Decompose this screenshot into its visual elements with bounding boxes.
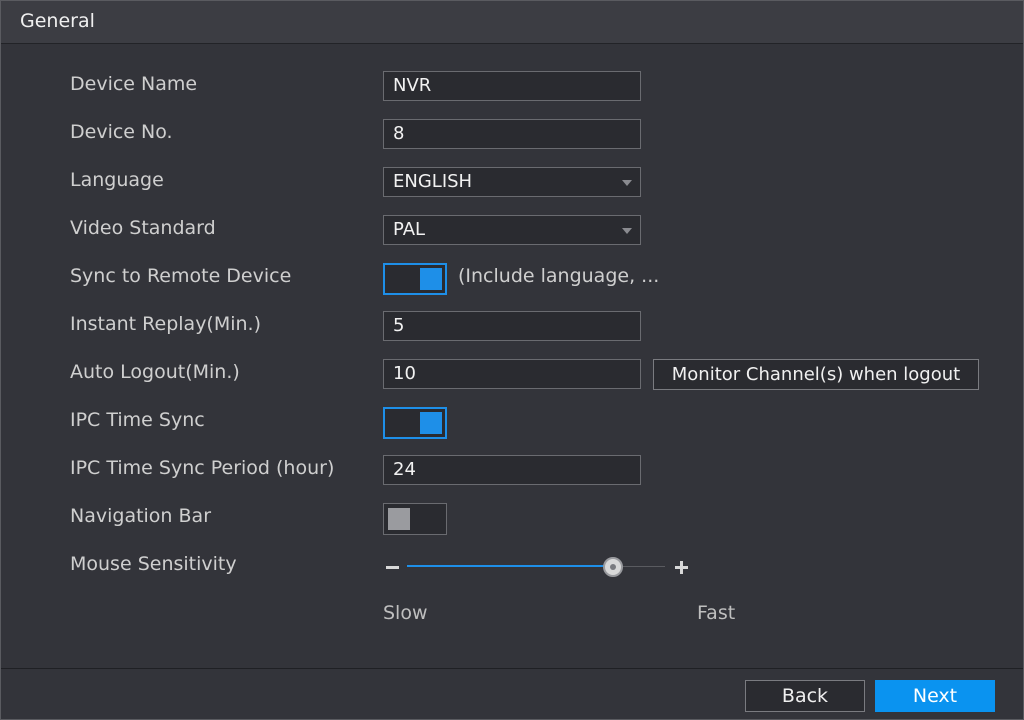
device-no-label: Device No. [70,121,173,143]
next-button[interactable]: Next [875,680,995,712]
slow-label: Slow [383,602,428,624]
video-standard-select[interactable]: PAL [383,215,641,245]
sync-remote-hint: (Include language, ... [458,265,660,287]
language-value: ENGLISH [393,171,473,192]
ipc-time-sync-label: IPC Time Sync [70,409,205,431]
slider-fill [407,565,614,567]
video-standard-value: PAL [393,219,426,240]
language-label: Language [70,169,164,191]
navigation-bar-toggle[interactable] [383,503,447,535]
sync-remote-toggle[interactable] [383,263,447,295]
toggle-knob [420,412,442,434]
footer-divider [1,668,1023,669]
back-button[interactable]: Back [745,680,865,712]
ipc-sync-period-label: IPC Time Sync Period (hour) [70,457,335,479]
slider-thumb[interactable] [603,557,624,577]
instant-replay-label: Instant Replay(Min.) [70,313,262,335]
device-name-input[interactable]: NVR [383,71,641,101]
language-select[interactable]: ENGLISH [383,167,641,197]
navigation-bar-label: Navigation Bar [70,505,212,527]
mouse-sensitivity-label: Mouse Sensitivity [70,553,237,575]
toggle-knob [388,508,410,530]
fast-label: Fast [697,602,736,624]
chevron-down-icon [622,228,632,234]
ipc-time-sync-toggle[interactable] [383,407,447,439]
auto-logout-label: Auto Logout(Min.) [70,361,240,383]
title-bar: General [1,1,1023,44]
auto-logout-input[interactable]: 10 [383,359,641,389]
chevron-down-icon [622,180,632,186]
plus-icon-vertical [680,561,683,574]
video-standard-label: Video Standard [70,217,216,239]
instant-replay-input[interactable]: 5 [383,311,641,341]
minus-icon[interactable] [386,566,399,569]
device-no-input[interactable]: 8 [383,119,641,149]
dialog-title: General [20,10,95,32]
toggle-knob [420,268,442,290]
monitor-channels-button[interactable]: Monitor Channel(s) when logout [653,359,979,390]
device-name-label: Device Name [70,73,198,95]
sync-remote-label: Sync to Remote Device [70,265,292,287]
general-dialog: General Device Name NVR Device No. 8 Lan… [0,0,1024,720]
ipc-sync-period-input[interactable]: 24 [383,455,641,485]
